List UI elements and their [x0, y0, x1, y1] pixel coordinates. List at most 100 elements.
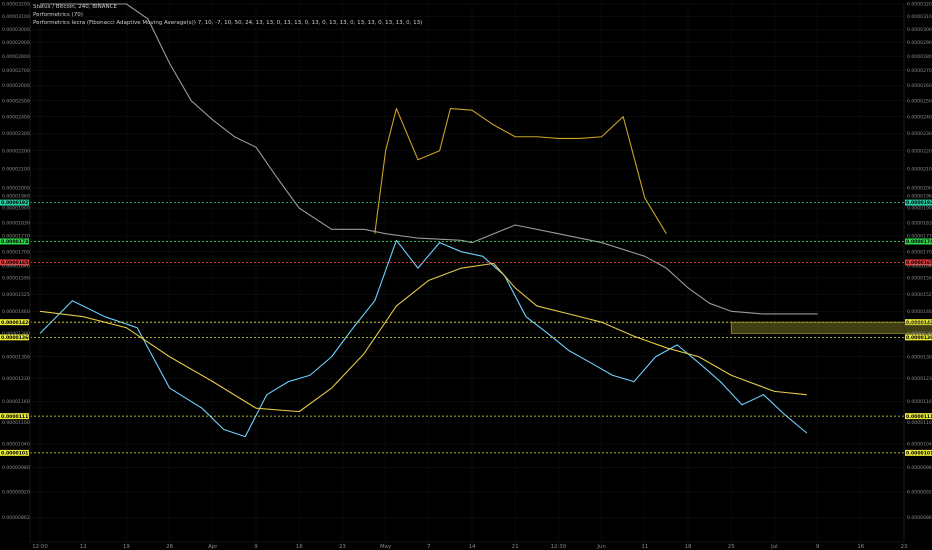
y-tick-label-right: 0.00002100: [907, 167, 932, 173]
y-tick-label-left: 0.00002600: [2, 83, 30, 89]
y-tick-label-right: 0.00001380: [907, 331, 932, 337]
y-tick-label-right: 0.00001700: [907, 249, 932, 255]
y-tick-label-left: 0.00002900: [2, 40, 30, 46]
y-tick-label-left: 0.00001590: [2, 275, 30, 281]
x-tick-label: 9: [816, 544, 820, 550]
x-tick-label: 19: [123, 544, 130, 550]
y-tick-label-right: 0.00000862: [907, 515, 932, 521]
x-tick-label: 25: [728, 544, 735, 550]
level-tag-text-right: 0.00001017: [906, 450, 932, 456]
y-tick-label-right: 0.00001460: [907, 309, 932, 315]
y-tick-label-left: 0.00002100: [2, 167, 30, 173]
y-tick-label-right: 0.00001040: [907, 442, 932, 448]
y-tick-label-left: 0.00002700: [2, 68, 30, 74]
x-tick-label: Jul: [770, 544, 778, 550]
x-tick-label: 23: [339, 544, 346, 550]
y-tick-label-left: 0.00001700: [2, 249, 30, 255]
y-tick-label-right: 0.00001960: [907, 194, 932, 200]
y-tick-label-left: 0.00001230: [2, 376, 30, 382]
y-tick-label-left: 0.00001525: [2, 292, 30, 298]
x-tick-label: 16: [296, 544, 303, 550]
y-tick-label-left: 0.00001640: [2, 263, 30, 269]
y-tick-label-right: 0.00002400: [907, 114, 932, 120]
x-tick-label: 18: [685, 544, 692, 550]
y-tick-label-left: 0.00002800: [2, 54, 30, 60]
y-tick-label-right: 0.00001770: [907, 233, 932, 239]
y-tick-label-right: 0.00000920: [907, 490, 932, 496]
level-tag-text-left: 0.00001745: [1, 239, 32, 245]
x-tick-label: 14: [469, 544, 476, 550]
header-line2: Performetrics (70): [33, 12, 83, 18]
chart-header: Status / Bitcoin, 240, BINANCE Performet…: [33, 4, 422, 26]
x-tick-label: 21: [512, 544, 519, 550]
x-tick-label: 7: [427, 544, 430, 550]
y-tick-label-left: 0.00000920: [2, 490, 30, 496]
x-tick-label: Jun: [596, 544, 605, 550]
x-tick-label: 12: [80, 544, 87, 550]
y-tick-label-left: 0.00003000: [2, 27, 30, 33]
y-tick-label-right: 0.00002200: [907, 148, 932, 154]
y-tick-label-left: 0.00001830: [2, 220, 30, 226]
y-tick-label-left: 0.00001960: [2, 194, 30, 200]
y-tick-label-right: 0.00002700: [907, 68, 932, 74]
x-tick-label: 12:00: [32, 544, 48, 550]
y-tick-label-left: 0.00001160: [2, 399, 30, 405]
level-tag-text-left: 0.00001117: [1, 414, 32, 420]
y-tick-label-left: 0.00000862: [2, 515, 30, 521]
y-tick-label-right: 0.00002500: [907, 98, 932, 104]
y-tick-label-right: 0.00002300: [907, 131, 932, 137]
y-tick-label-right: 0.00001525: [907, 292, 932, 298]
y-tick-label-left: 0.00001900: [2, 206, 30, 212]
level-tag-text-left: 0.00001927: [1, 200, 32, 206]
y-tick-label-right: 0.00002900: [907, 40, 932, 46]
axes: 0.00000862 0.00000862 0.00000920 0.00000920…: [2, 2, 932, 550]
x-tick-label: Apr: [208, 544, 218, 550]
x-tick-label: May: [380, 544, 392, 550]
series-line: [39, 239, 808, 438]
y-tick-label-left: 0.00001770: [2, 233, 30, 239]
y-tick-label-right: 0.00001100: [907, 420, 932, 426]
price-chart[interactable]: 0.00001927 0.00001927 0.00001745 0.00001745…: [0, 0, 932, 550]
level-tag-text-left: 0.00001017: [1, 450, 32, 456]
annotations: Short term target (box): [730, 321, 932, 334]
header-line1: Status / Bitcoin, 240, BINANCE: [33, 4, 117, 10]
y-tick-label-left: 0.00003200: [2, 2, 30, 8]
y-tick-label-right: 0.00001830: [907, 220, 932, 226]
y-tick-label-right: 0.00001300: [907, 354, 932, 360]
y-tick-label-left: 0.00000980: [2, 465, 30, 471]
level-tag-text-right: 0.00001927: [906, 200, 932, 206]
y-tick-label-left: 0.00001040: [2, 442, 30, 448]
header-line3: Performetrics lecra (Fibonacci Adaptive …: [33, 20, 422, 26]
x-tick-label: 12:30: [551, 544, 567, 550]
x-tick-label: 9: [254, 544, 258, 550]
y-tick-label-left: 0.00001460: [2, 309, 30, 315]
y-tick-label-right: 0.00001230: [907, 376, 932, 382]
grid: [30, 3, 905, 542]
y-tick-label-right: 0.00002000: [907, 186, 932, 192]
y-tick-label-left: 0.00002200: [2, 148, 30, 154]
y-tick-label-right: 0.00002800: [907, 54, 932, 60]
x-tick-label: 26: [166, 544, 173, 550]
y-tick-label-right: 0.00000980: [907, 465, 932, 471]
x-tick-label: 11: [641, 544, 648, 550]
y-tick-label-left: 0.00002500: [2, 98, 30, 104]
y-tick-label-right: 0.00001590: [907, 275, 932, 281]
level-tag-text-right: 0.00001117: [906, 414, 932, 420]
target-box: [730, 321, 932, 334]
y-tick-label-left: 0.00001380: [2, 331, 30, 337]
y-tick-label-left: 0.00002300: [2, 131, 30, 137]
level-tag-text-left: 0.00001420: [1, 320, 32, 326]
y-tick-label-left: 0.00001100: [2, 420, 30, 426]
y-tick-label-left: 0.00002000: [2, 186, 30, 192]
y-tick-label-left: 0.00001300: [2, 354, 30, 360]
y-tick-label-right: 0.00001160: [907, 399, 932, 405]
x-tick-label: 23: [901, 544, 908, 550]
y-tick-label-right: 0.00001900: [907, 206, 932, 212]
y-tick-label-right: 0.00001640: [907, 263, 932, 269]
y-tick-label-right: 0.00003100: [907, 14, 932, 20]
y-tick-label-left: 0.00003100: [2, 14, 30, 20]
y-tick-label-left: 0.00002400: [2, 114, 30, 120]
y-tick-label-right: 0.00002600: [907, 83, 932, 89]
y-tick-label-right: 0.00003200: [907, 2, 932, 8]
x-tick-label: 16: [857, 544, 864, 550]
